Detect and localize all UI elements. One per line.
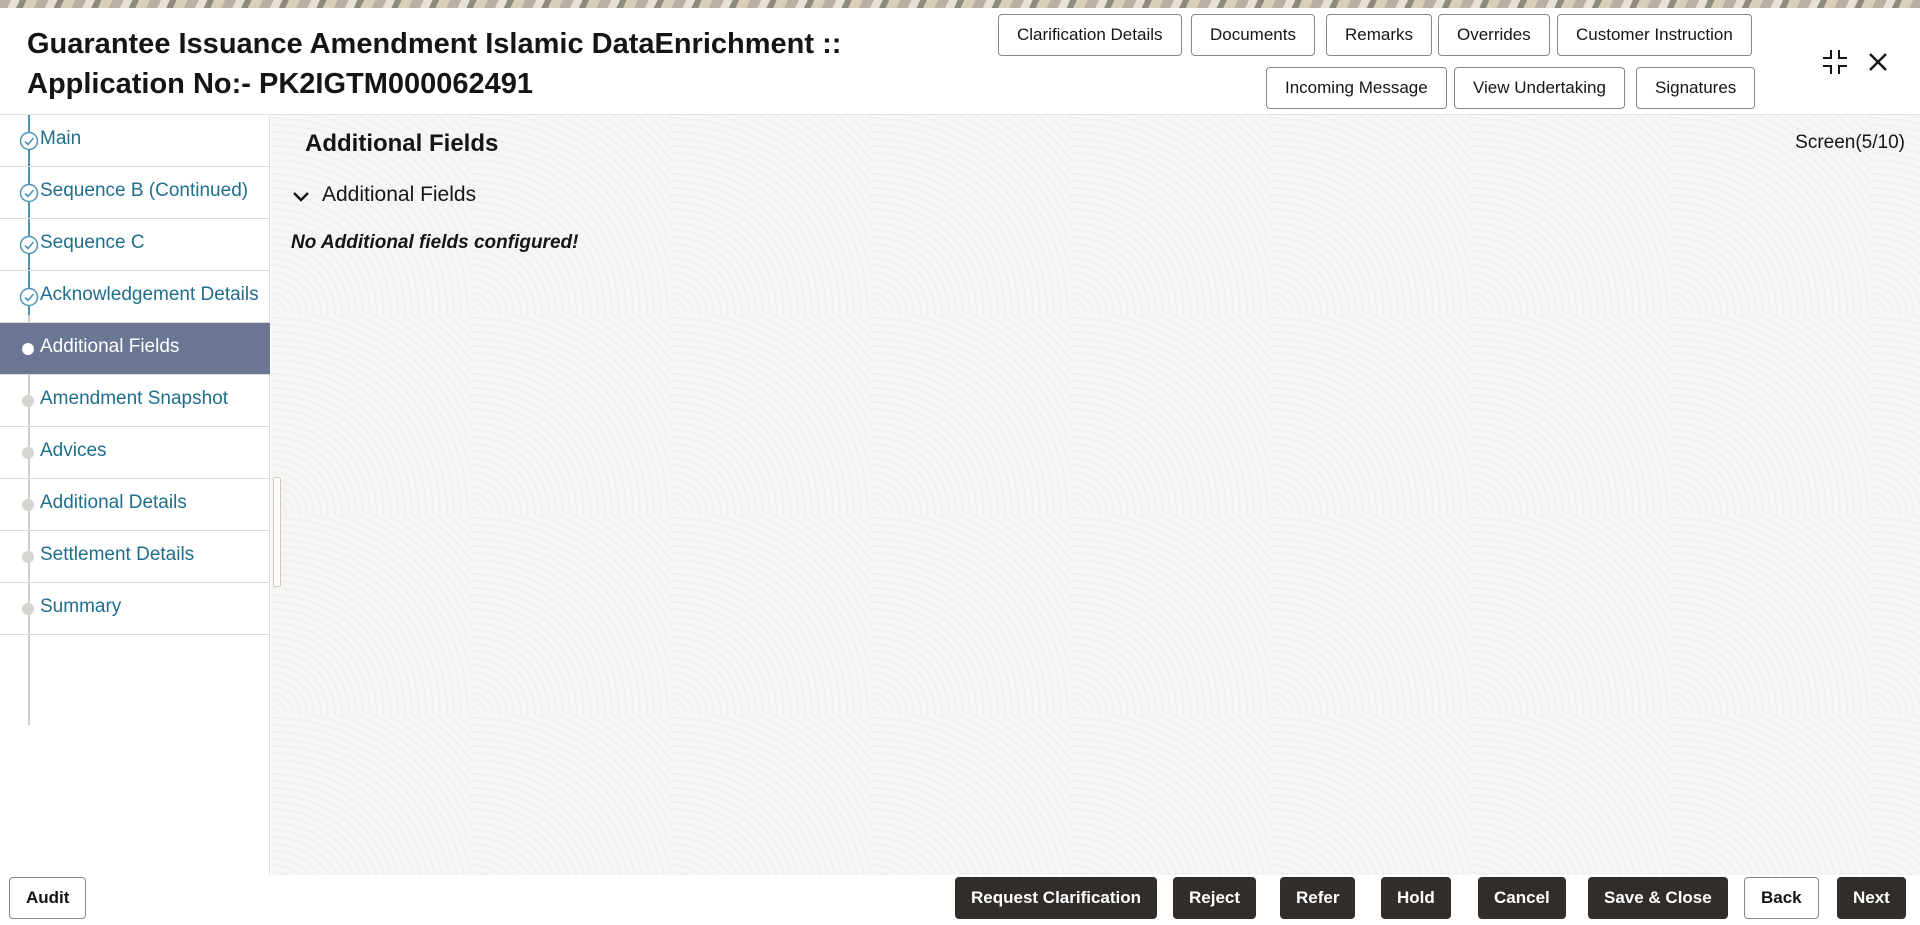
- check-circle-icon: [19, 183, 39, 203]
- sidebar-item-summary[interactable]: Summary: [0, 583, 270, 635]
- pending-step-dot-icon: [22, 499, 34, 511]
- sidebar-scrollbar[interactable]: [273, 477, 281, 587]
- sidebar-item-acknowledgement-details[interactable]: Acknowledgement Details: [0, 271, 270, 323]
- refer-button[interactable]: Refer: [1280, 877, 1356, 919]
- pending-step-dot-icon: [22, 395, 34, 407]
- hold-button[interactable]: Hold: [1381, 877, 1451, 919]
- back-button[interactable]: Back: [1744, 877, 1819, 919]
- check-circle-icon: [19, 287, 39, 307]
- sidebar-item-label: Advices: [40, 440, 107, 461]
- sidebar-item-label: Acknowledgement Details: [40, 284, 259, 305]
- page-title: Guarantee Issuance Amendment Islamic Dat…: [27, 24, 841, 104]
- page-title-line2: Application No:- PK2IGTM000062491: [27, 68, 534, 100]
- pending-step-dot-icon: [22, 551, 34, 563]
- sidebar-item-advices[interactable]: Advices: [0, 427, 270, 479]
- screen-indicator: Screen(5/10): [1795, 132, 1905, 153]
- pending-step-dot-icon: [22, 447, 34, 459]
- sidebar-item-settlement-details[interactable]: Settlement Details: [0, 531, 270, 583]
- sidebar-item-label: Main: [40, 128, 82, 149]
- check-circle-icon: [19, 131, 39, 151]
- current-step-dot-icon: [22, 343, 34, 355]
- sidebar-navigation: Main Sequence B (Continued) Sequence C A…: [0, 115, 270, 875]
- section-title: Additional Fields: [305, 130, 499, 157]
- top-banner-strip: [0, 0, 1920, 8]
- overrides-button[interactable]: Overrides: [1438, 14, 1550, 56]
- sidebar-item-sequence-b[interactable]: Sequence B (Continued): [0, 167, 270, 219]
- close-icon[interactable]: [1864, 48, 1892, 76]
- clarification-details-button[interactable]: Clarification Details: [998, 14, 1182, 56]
- page-title-line1: Guarantee Issuance Amendment Islamic Dat…: [27, 28, 842, 60]
- sidebar-item-main[interactable]: Main: [0, 115, 270, 167]
- page-header: Guarantee Issuance Amendment Islamic Dat…: [0, 8, 1920, 115]
- sidebar-item-additional-details[interactable]: Additional Details: [0, 479, 270, 531]
- sidebar-item-label: Summary: [40, 596, 122, 617]
- subsection-title[interactable]: Additional Fields: [322, 183, 476, 207]
- sidebar-item-label: Additional Fields: [40, 336, 180, 357]
- chevron-down-icon[interactable]: [290, 186, 312, 208]
- sidebar-item-amendment-snapshot[interactable]: Amendment Snapshot: [0, 375, 270, 427]
- sidebar-item-label: Sequence B (Continued): [40, 180, 249, 201]
- sidebar-item-sequence-c[interactable]: Sequence C: [0, 219, 270, 271]
- view-undertaking-button[interactable]: View Undertaking: [1454, 67, 1625, 109]
- request-clarification-button[interactable]: Request Clarification: [955, 877, 1158, 919]
- sidebar-item-label: Settlement Details: [40, 544, 195, 565]
- sidebar-item-additional-fields[interactable]: Additional Fields: [0, 323, 270, 375]
- audit-button[interactable]: Audit: [9, 877, 87, 919]
- sidebar-item-label: Sequence C: [40, 232, 145, 253]
- pending-step-dot-icon: [22, 603, 34, 615]
- next-button[interactable]: Next: [1837, 877, 1906, 919]
- reject-button[interactable]: Reject: [1173, 877, 1257, 919]
- remarks-button[interactable]: Remarks: [1326, 14, 1433, 56]
- sidebar-item-label: Amendment Snapshot: [40, 388, 229, 409]
- main-content: [271, 115, 1920, 875]
- incoming-message-button[interactable]: Incoming Message: [1266, 67, 1447, 109]
- signatures-button[interactable]: Signatures: [1636, 67, 1756, 109]
- cancel-button[interactable]: Cancel: [1478, 877, 1566, 919]
- sidebar-item-label: Additional Details: [40, 492, 187, 513]
- empty-state-message: No Additional fields configured!: [291, 232, 579, 253]
- customer-instruction-button[interactable]: Customer Instruction: [1557, 14, 1752, 56]
- collapse-icon[interactable]: [1821, 48, 1849, 76]
- save-close-button[interactable]: Save & Close: [1588, 877, 1728, 919]
- check-circle-icon: [19, 235, 39, 255]
- documents-button[interactable]: Documents: [1191, 14, 1315, 56]
